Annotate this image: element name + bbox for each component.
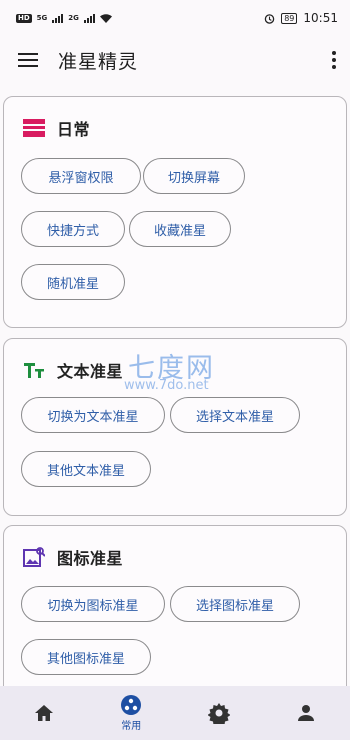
floating-window-permission-button[interactable]: 悬浮窗权限	[21, 158, 141, 194]
signal-2g-label: 2G	[68, 14, 79, 22]
text-format-icon	[23, 359, 45, 381]
other-icon-crosshair-button[interactable]: 其他图标准星	[21, 639, 151, 675]
person-icon	[298, 705, 315, 721]
section-header: 日常	[23, 116, 346, 140]
status-bar: HD 5G 2G 89 10:51	[0, 0, 350, 36]
other-text-crosshair-button[interactable]: 其他文本准星	[21, 451, 151, 487]
nav-settings[interactable]	[175, 686, 263, 740]
select-text-crosshair-button[interactable]: 选择文本准星	[170, 397, 300, 433]
home-icon	[34, 705, 53, 721]
section-title: 图标准星	[57, 549, 124, 568]
switch-to-icon-crosshair-button[interactable]: 切换为图标准星	[21, 586, 165, 622]
section-header: 图标准星	[23, 545, 346, 569]
watermark-url: www.7do.net	[124, 378, 209, 393]
nav-common[interactable]: 常用	[88, 686, 176, 740]
bottom-navigation: 常用	[0, 686, 350, 740]
hd-badge: HD	[16, 13, 32, 23]
status-left: HD 5G 2G	[16, 13, 112, 23]
status-right: 89 10:51	[264, 11, 338, 25]
more-options-button[interactable]	[330, 48, 338, 72]
nav-home[interactable]	[0, 686, 88, 740]
battery-indicator: 89	[281, 12, 298, 24]
section-daily: 日常 悬浮窗权限 切换屏幕 快捷方式 收藏准星 随机准星	[3, 96, 347, 328]
menu-icon	[18, 53, 38, 67]
favorite-crosshair-button[interactable]: 收藏准星	[129, 211, 231, 247]
nav-common-label: 常用	[121, 721, 142, 732]
signal-icon	[52, 13, 64, 23]
image-icon	[23, 546, 45, 568]
common-icon	[121, 695, 142, 715]
wifi-icon	[99, 13, 112, 23]
section-title: 文本准星	[57, 362, 124, 381]
app-bar: 准星精灵	[0, 36, 350, 84]
switch-to-text-crosshair-button[interactable]: 切换为文本准星	[21, 397, 165, 433]
switch-screen-button[interactable]: 切换屏幕	[143, 158, 245, 194]
settings-icon	[207, 703, 230, 724]
calendar-icon	[23, 117, 45, 139]
signal-icon-2	[83, 13, 95, 23]
section-title: 日常	[57, 120, 91, 139]
app-title: 准星精灵	[58, 50, 139, 73]
nav-profile[interactable]	[263, 686, 350, 740]
signal-5g-label: 5G	[36, 14, 48, 22]
select-icon-crosshair-button[interactable]: 选择图标准星	[170, 586, 300, 622]
shortcut-button[interactable]: 快捷方式	[21, 211, 125, 247]
alarm-icon	[264, 13, 275, 24]
more-vert-icon	[332, 51, 336, 55]
watermark: 七度网 www.7do.net	[124, 346, 234, 398]
menu-button[interactable]	[0, 36, 56, 84]
random-crosshair-button[interactable]: 随机准星	[21, 264, 125, 300]
clock: 10:51	[303, 11, 338, 25]
